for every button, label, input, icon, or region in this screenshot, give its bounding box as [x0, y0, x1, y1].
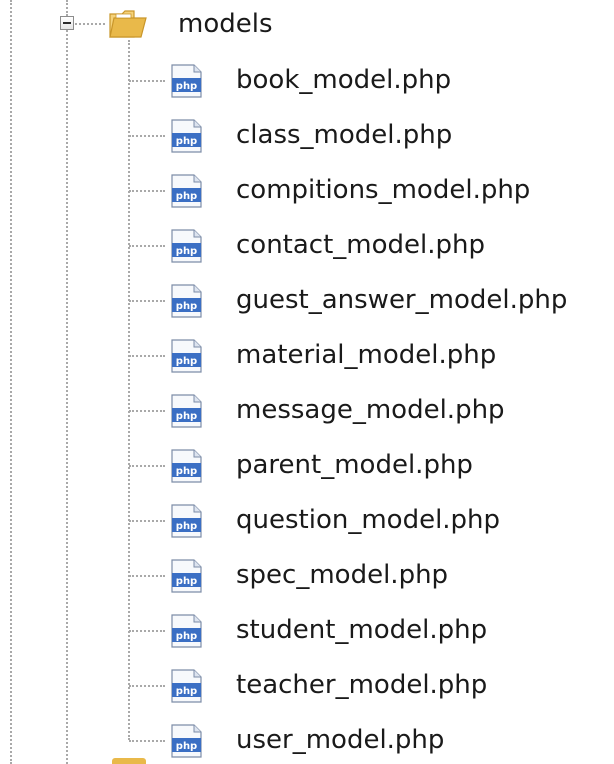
- tree-guide-line: [66, 30, 68, 764]
- php-file-icon: php: [171, 559, 202, 593]
- file-item[interactable]: php student_model.php: [160, 608, 614, 652]
- file-item[interactable]: php material_model.php: [160, 333, 614, 377]
- file-item[interactable]: php teacher_model.php: [160, 663, 614, 707]
- tree-guide-line: [66, 0, 68, 16]
- php-file-icon: php: [171, 339, 202, 373]
- file-tree: models php book_model.phpphp class_model.p…: [0, 0, 614, 764]
- php-file-icon: php: [171, 284, 202, 318]
- php-file-icon: php: [171, 504, 202, 538]
- php-file-icon: php: [171, 449, 202, 483]
- collapse-toggle-icon[interactable]: [60, 16, 74, 30]
- file-label: material_model.php: [236, 340, 497, 370]
- file-label: book_model.php: [236, 65, 452, 95]
- php-icon-text: php: [176, 191, 197, 202]
- file-label: message_model.php: [236, 395, 505, 425]
- php-file-icon: php: [171, 229, 202, 263]
- php-file-icon: php: [171, 174, 202, 208]
- file-label: guest_answer_model.php: [236, 285, 568, 315]
- file-label: teacher_model.php: [236, 670, 488, 700]
- file-label: user_model.php: [236, 725, 445, 755]
- php-file-icon: php: [171, 724, 202, 758]
- php-icon-text: php: [176, 631, 197, 642]
- folder-label[interactable]: models: [178, 9, 273, 39]
- file-label: contact_model.php: [236, 230, 486, 260]
- php-icon-text: php: [176, 576, 197, 587]
- tree-guide-line: [128, 40, 130, 740]
- php-icon-text: php: [176, 136, 197, 147]
- php-file-icon: php: [171, 669, 202, 703]
- file-label: compitions_model.php: [236, 175, 531, 205]
- php-icon-text: php: [176, 741, 197, 752]
- file-label: class_model.php: [236, 120, 453, 150]
- file-item[interactable]: php book_model.php: [160, 58, 614, 102]
- php-icon-text: php: [176, 356, 197, 367]
- file-item[interactable]: php compitions_model.php: [160, 168, 614, 212]
- php-icon-text: php: [176, 411, 197, 422]
- tree-guide-line: [10, 0, 12, 764]
- file-item[interactable]: php question_model.php: [160, 498, 614, 542]
- php-icon-text: php: [176, 301, 197, 312]
- file-label: student_model.php: [236, 615, 488, 645]
- file-item[interactable]: php contact_model.php: [160, 223, 614, 267]
- file-item[interactable]: php guest_answer_model.php: [160, 278, 614, 322]
- file-label: question_model.php: [236, 505, 501, 535]
- folder-open-icon: [109, 10, 147, 38]
- php-file-icon: php: [171, 614, 202, 648]
- file-item[interactable]: php spec_model.php: [160, 553, 614, 597]
- php-file-icon: php: [171, 394, 202, 428]
- php-icon-text: php: [176, 81, 197, 92]
- php-icon-text: php: [176, 521, 197, 532]
- file-item[interactable]: php user_model.php: [160, 718, 614, 762]
- php-icon-text: php: [176, 246, 197, 257]
- file-label: parent_model.php: [236, 450, 473, 480]
- php-icon-text: php: [176, 466, 197, 477]
- tree-guide-line: [75, 23, 105, 25]
- file-label: spec_model.php: [236, 560, 449, 590]
- php-file-icon: php: [171, 119, 202, 153]
- php-icon-text: php: [176, 686, 197, 697]
- next-folder-icon: [112, 758, 146, 764]
- file-item[interactable]: php message_model.php: [160, 388, 614, 432]
- file-item[interactable]: php parent_model.php: [160, 443, 614, 487]
- file-item[interactable]: php class_model.php: [160, 113, 614, 157]
- php-file-icon: php: [171, 64, 202, 98]
